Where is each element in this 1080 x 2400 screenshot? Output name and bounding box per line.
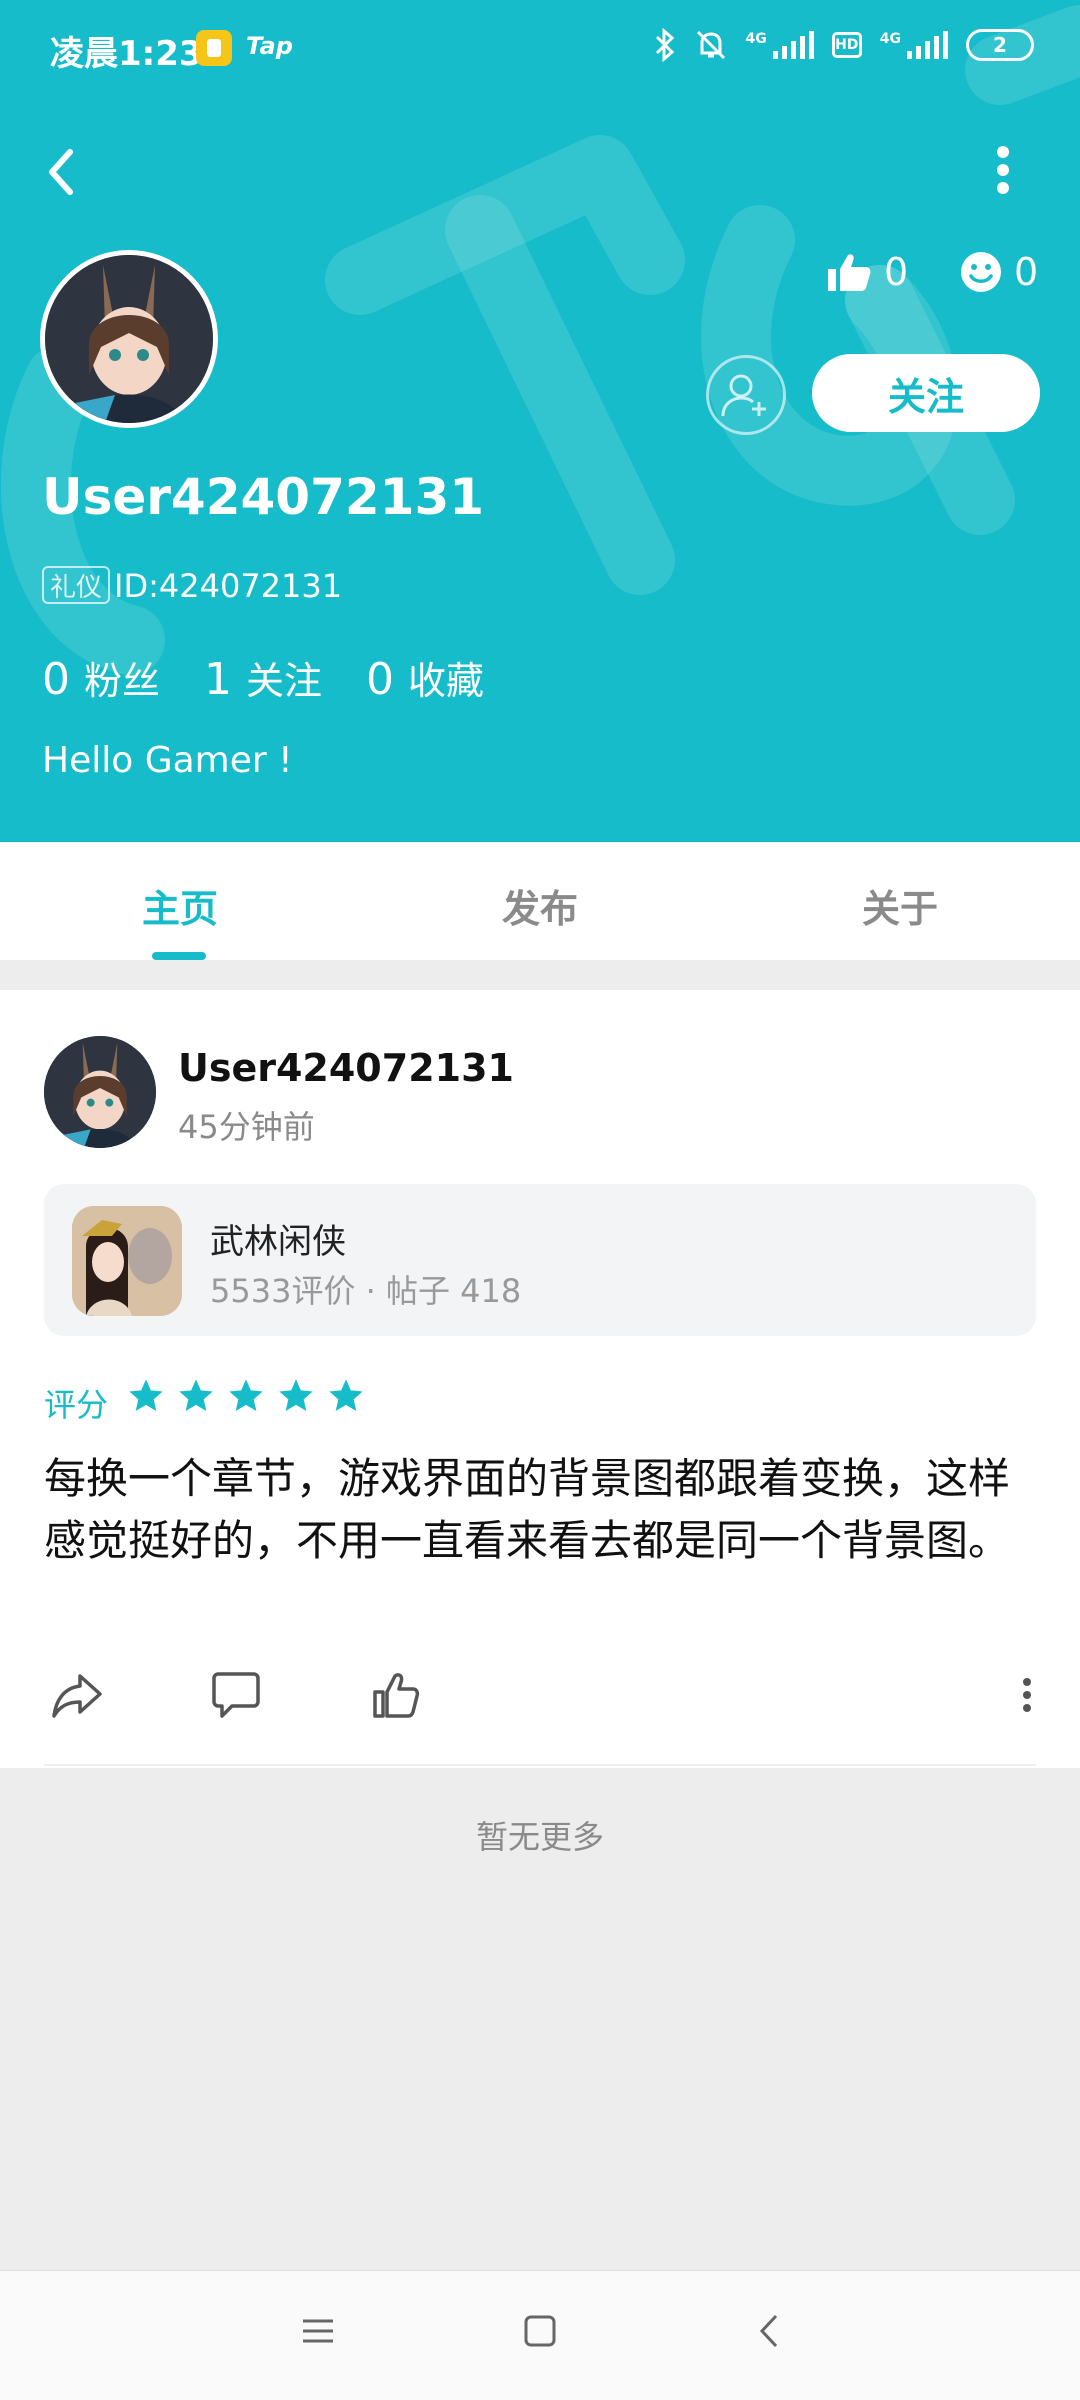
bluetooth-icon — [655, 28, 674, 62]
tab-home[interactable]: 主页 — [142, 878, 218, 933]
profile-avatar[interactable] — [40, 250, 218, 428]
likes-count: 0 — [884, 250, 909, 294]
rating-stars — [126, 1376, 366, 1416]
post-time: 45分钟前 — [178, 1108, 315, 1146]
rating-label: 评分 — [44, 1386, 109, 1424]
following-label[interactable]: 关注 — [246, 650, 322, 705]
tab-about[interactable]: 关于 — [862, 878, 938, 933]
smiles-count: 0 — [1014, 250, 1039, 294]
mute-bell-icon — [696, 30, 725, 60]
game-icon[interactable] — [72, 1206, 182, 1316]
star-icon — [229, 1379, 263, 1411]
signal-icon-1: 4G — [746, 31, 814, 59]
etiquette-badge[interactable]: 礼仪 — [42, 566, 111, 604]
post-author-avatar[interactable] — [44, 1036, 156, 1148]
post-author-name[interactable]: User424072131 — [178, 1046, 514, 1090]
card-divider — [44, 1764, 1036, 1766]
app-notification-icon — [196, 30, 232, 66]
profile-tabs: 主页 发布 关于 — [0, 842, 1080, 960]
profile-bio: Hello Gamer ! — [42, 740, 293, 781]
signal-icon-2: 4G — [880, 31, 948, 59]
more-options-button[interactable] — [988, 140, 1018, 200]
active-tab-indicator — [152, 952, 206, 960]
favorites-label[interactable]: 收藏 — [408, 650, 484, 705]
nav-back-icon[interactable] — [752, 2311, 788, 2351]
star-icon — [329, 1379, 363, 1411]
status-time: 凌晨1:23 — [50, 34, 203, 74]
post-text[interactable]: 每换一个章节，游戏界面的背景图都跟着变换，这样感觉挺好的，不用一直看来看去都是同… — [44, 1448, 1036, 1572]
no-more-text: 暂无更多 — [475, 1818, 604, 1856]
back-button[interactable] — [38, 142, 86, 202]
following-count[interactable]: 1 — [204, 654, 232, 705]
profile-header: 凌晨1:23 Tap 4G HD 4G 2 0 0 关注 User4240721… — [0, 0, 1080, 842]
profile-username: User424072131 — [42, 468, 485, 526]
profile-counts: 0 粉丝 1 关注 0 收藏 — [42, 650, 528, 705]
battery-icon: 2 — [966, 29, 1034, 61]
comment-icon[interactable] — [212, 1670, 260, 1720]
status-app-label: Tap — [246, 32, 293, 60]
status-bar: 凌晨1:23 Tap 4G HD 4G 2 — [0, 0, 1080, 96]
fans-count[interactable]: 0 — [42, 654, 70, 705]
tab-posts[interactable]: 发布 — [502, 878, 578, 933]
like-icon[interactable] — [372, 1670, 420, 1720]
star-icon — [179, 1379, 213, 1411]
home-icon[interactable] — [522, 2311, 558, 2351]
likes-stat: 0 — [826, 250, 908, 294]
game-name[interactable]: 武林闲侠 — [210, 1214, 346, 1263]
star-icon — [129, 1379, 163, 1411]
game-meta: 5533评价 · 帖子 418 — [210, 1272, 522, 1310]
favorites-count[interactable]: 0 — [366, 654, 394, 705]
smile-icon — [961, 252, 1001, 292]
follow-button[interactable]: 关注 — [812, 354, 1040, 432]
system-nav-bar — [0, 2270, 1080, 2400]
status-icons: 4G HD 4G 2 — [654, 28, 1034, 62]
user-id: ID:424072131 — [114, 567, 343, 605]
add-user-icon — [721, 374, 766, 417]
menu-icon[interactable] — [300, 2311, 336, 2351]
share-icon[interactable] — [50, 1670, 104, 1720]
smiles-stat: 0 — [960, 250, 1038, 294]
star-icon — [279, 1379, 313, 1411]
add-friend-button[interactable] — [706, 355, 786, 435]
fans-label[interactable]: 粉丝 — [84, 650, 160, 705]
game-card[interactable] — [44, 1184, 1036, 1336]
thumbs-up-icon — [828, 254, 871, 291]
hd-icon: HD — [831, 32, 862, 58]
post-more-icon[interactable] — [1020, 1670, 1034, 1720]
